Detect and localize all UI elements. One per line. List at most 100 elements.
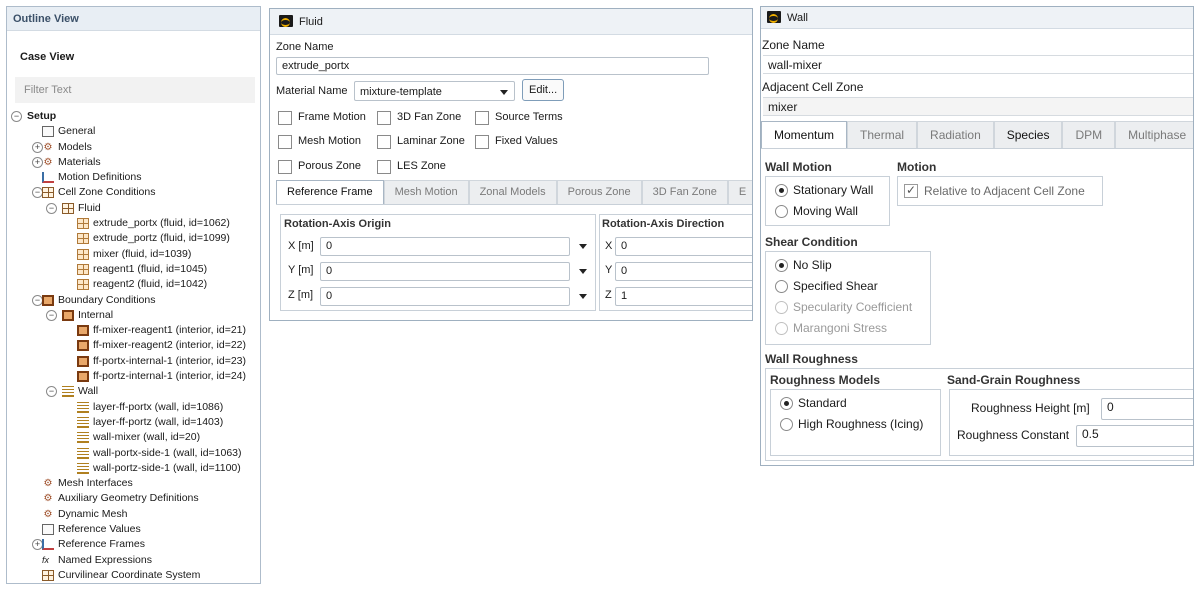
wall-title-bar: Wall: [761, 7, 1193, 29]
origin-x-field[interactable]: 0: [320, 237, 570, 256]
material-name-select[interactable]: mixture-template: [354, 81, 515, 101]
tab-radiation[interactable]: Radiation: [917, 121, 994, 148]
tab-momentum[interactable]: Momentum: [761, 121, 848, 148]
tree-item[interactable]: extrude_portx (fluid, id=1062): [7, 216, 260, 231]
tree-item[interactable]: wall-mixer (wall, id=20): [7, 430, 260, 445]
3d-fan-zone-checkbox[interactable]: 3D Fan Zone: [377, 111, 461, 125]
edit-material-button[interactable]: Edit...: [522, 79, 565, 101]
porous-zone-checkbox[interactable]: Porous Zone: [278, 160, 361, 174]
axes-icon: [42, 172, 54, 184]
roughness-height-label: Roughness Height [m]: [971, 401, 1090, 415]
tree-item[interactable]: wall-portz-side-1 (wall, id=1100): [7, 461, 260, 476]
tree-item-label: extrude_portz (fluid, id=1099): [93, 232, 230, 245]
roughness-height-field[interactable]: 0: [1101, 398, 1193, 420]
fixed-values-checkbox[interactable]: Fixed Values: [475, 135, 558, 149]
fluid-title: Fluid: [299, 16, 323, 28]
tab-mesh-motion[interactable]: Mesh Motion: [383, 180, 469, 204]
tree-item[interactable]: layer-ff-portz (wall, id=1403): [7, 415, 260, 430]
tree-item[interactable]: − Setup: [7, 109, 260, 124]
tab-thermal[interactable]: Thermal: [847, 121, 918, 148]
tree-item[interactable]: ff-mixer-reagent1 (interior, id=21): [7, 323, 260, 338]
tree-item[interactable]: fx Named Expressions: [7, 553, 260, 568]
face-zone-icon: [62, 309, 74, 321]
direction-z-field[interactable]: 1: [615, 287, 752, 306]
wall-icon: [77, 447, 89, 459]
filter-text-input[interactable]: Filter Text: [15, 77, 255, 103]
relative-to-adjacent-checkbox[interactable]: Relative to Adjacent Cell Zone: [904, 183, 1085, 199]
tree-item-label: mixer (fluid, id=1039): [93, 247, 192, 260]
tree-item[interactable]: − Wall: [7, 384, 260, 399]
chevron-down-icon[interactable]: [579, 294, 587, 299]
no-slip-radio[interactable]: No Slip: [775, 258, 832, 273]
frame-motion-checkbox[interactable]: Frame Motion: [278, 111, 366, 125]
mesh-motion-checkbox[interactable]: Mesh Motion: [278, 135, 361, 149]
tree-item[interactable]: extrude_portz (fluid, id=1099): [7, 231, 260, 246]
tree-item[interactable]: General: [7, 124, 260, 139]
tab-zonal-models[interactable]: Zonal Models: [468, 180, 557, 204]
tree-item[interactable]: Reference Values: [7, 522, 260, 537]
laminar-zone-checkbox[interactable]: Laminar Zone: [377, 135, 465, 149]
origin-y-field[interactable]: 0: [320, 262, 570, 281]
fluid-tabs: Reference Frame Mesh Motion Zonal Models…: [276, 180, 752, 205]
tree-item[interactable]: + Reference Frames: [7, 537, 260, 552]
les-zone-checkbox[interactable]: LES Zone: [377, 160, 446, 174]
direction-y-field[interactable]: 0: [615, 262, 752, 281]
tab-species[interactable]: Species: [993, 121, 1063, 148]
roughness-constant-field[interactable]: 0.5: [1076, 425, 1193, 447]
tree-item[interactable]: ff-portx-internal-1 (interior, id=23): [7, 354, 260, 369]
wall-title: Wall: [787, 12, 808, 24]
tree-item[interactable]: ff-mixer-reagent2 (interior, id=22): [7, 338, 260, 353]
tree-item[interactable]: layer-ff-portx (wall, id=1086): [7, 400, 260, 415]
collapse-icon[interactable]: −: [11, 111, 22, 122]
chevron-down-icon[interactable]: [579, 269, 587, 274]
tree-item[interactable]: + ⚙ Materials: [7, 155, 260, 170]
tree-item-label: Materials: [58, 155, 101, 168]
zone-name-field[interactable]: extrude_portx: [276, 57, 709, 75]
tree-item[interactable]: − Fluid: [7, 201, 260, 216]
tree-item[interactable]: reagent2 (fluid, id=1042): [7, 277, 260, 292]
tab-dpm[interactable]: DPM: [1062, 121, 1116, 148]
tree-item-label: Motion Definitions: [58, 171, 142, 184]
tab-porous-zone[interactable]: Porous Zone: [556, 180, 642, 204]
tab-3d-fan-zone[interactable]: 3D Fan Zone: [641, 180, 728, 204]
specified-shear-radio[interactable]: Specified Shear: [775, 279, 878, 294]
wall-zone-name-field[interactable]: wall-mixer: [763, 55, 1193, 74]
fluent-logo-icon: [279, 15, 293, 27]
tree-item[interactable]: wall-portx-side-1 (wall, id=1063): [7, 446, 260, 461]
collapse-icon[interactable]: −: [46, 309, 57, 321]
direction-x-field[interactable]: 0: [615, 237, 752, 256]
tree-item-label: reagent2 (fluid, id=1042): [93, 278, 208, 291]
tree-item[interactable]: − Internal: [7, 308, 260, 323]
tree-item[interactable]: ⚙ Dynamic Mesh: [7, 507, 260, 522]
tree-item[interactable]: mixer (fluid, id=1039): [7, 247, 260, 262]
tree-item[interactable]: reagent1 (fluid, id=1045): [7, 262, 260, 277]
tab-overflow[interactable]: E: [727, 180, 752, 204]
direction-y-label: Y: [605, 264, 613, 276]
origin-z-field[interactable]: 0: [320, 287, 570, 306]
chevron-down-icon[interactable]: [579, 244, 587, 249]
tree-item[interactable]: ff-portz-internal-1 (interior, id=24): [7, 369, 260, 384]
tab-reference-frame[interactable]: Reference Frame: [276, 180, 384, 204]
tree-item[interactable]: − Boundary Conditions: [7, 293, 260, 308]
standard-radio[interactable]: Standard: [780, 396, 847, 411]
tree-item[interactable]: − Cell Zone Conditions: [7, 185, 260, 200]
tree-item[interactable]: ⚙ Auxiliary Geometry Definitions: [7, 491, 260, 506]
function-icon: fx: [42, 554, 50, 565]
tree-item[interactable]: ⚙ Mesh Interfaces: [7, 476, 260, 491]
stationary-wall-radio[interactable]: Stationary Wall: [775, 183, 873, 198]
adjacent-cell-zone-field: mixer: [763, 97, 1193, 116]
tree-item[interactable]: Motion Definitions: [7, 170, 260, 185]
tree-item[interactable]: Curvilinear Coordinate System: [7, 568, 260, 583]
wall-dialog: Wall Zone Name wall-mixer Adjacent Cell …: [760, 6, 1194, 466]
face-zone-icon: [42, 294, 54, 306]
collapse-icon[interactable]: −: [46, 202, 57, 214]
high-roughness-radio[interactable]: High Roughness (Icing): [780, 417, 923, 432]
source-terms-checkbox[interactable]: Source Terms: [475, 111, 563, 125]
collapse-icon[interactable]: −: [46, 386, 57, 398]
tree-item[interactable]: + ⚙ Models: [7, 140, 260, 155]
moving-wall-radio[interactable]: Moving Wall: [775, 204, 858, 219]
tab-multiphase[interactable]: Multiphase: [1115, 121, 1193, 148]
tree-item-label: Wall: [78, 385, 99, 398]
cell-zone-icon: [77, 279, 89, 291]
axes-icon: [42, 539, 54, 551]
